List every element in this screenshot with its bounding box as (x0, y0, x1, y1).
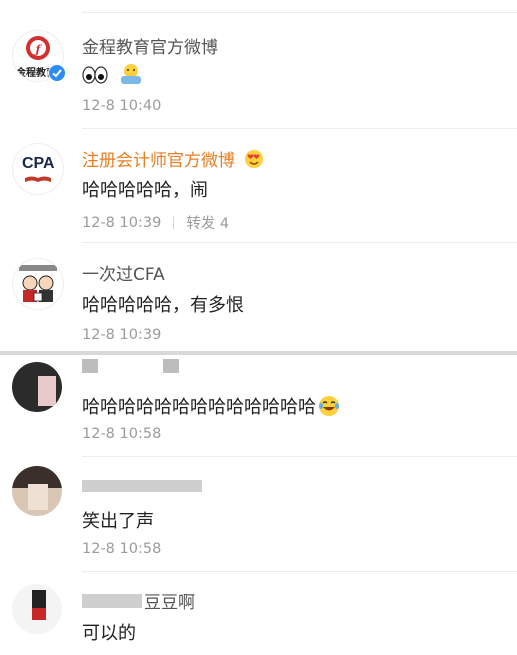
comment-text: 哈哈哈哈哈哈哈哈哈哈哈哈哈 (82, 393, 340, 422)
comment-text (82, 63, 144, 90)
username[interactable]: 注册会计师官方微博 (82, 146, 264, 174)
comment-meta: 12-8 10:58 (82, 541, 161, 557)
comment-text: 笑出了声 (82, 511, 154, 532)
username[interactable]: 一次过CFA (82, 260, 165, 285)
comment-text: 可以的 (82, 623, 136, 644)
comment-meta: 12-8 10:58 (82, 426, 161, 442)
redacted-name (82, 480, 202, 492)
comment-text-body: 哈哈哈哈哈哈哈哈哈哈哈哈哈 (82, 397, 316, 418)
divider (82, 242, 517, 243)
comment-meta: 12-8 10:39 转发 4 (82, 212, 229, 233)
username[interactable] (82, 476, 202, 496)
cartoon-avatar-icon (19, 265, 57, 302)
redacted-name (163, 359, 180, 373)
timestamp: 12-8 10:58 (82, 541, 162, 557)
timestamp: 12-8 10:39 (82, 214, 162, 231)
divider (82, 456, 517, 457)
divider (82, 571, 517, 572)
blurred-photo (32, 590, 46, 610)
laughing-tears-icon (318, 395, 340, 422)
avatar[interactable] (12, 258, 64, 310)
blurred-photo (32, 608, 46, 620)
redacted-name (82, 359, 98, 373)
avatar[interactable]: CPA (12, 143, 64, 195)
timestamp: 12-8 10:58 (82, 426, 162, 442)
section-separator (0, 351, 517, 355)
verified-badge-icon (48, 64, 66, 82)
timestamp: 12-8 10:39 (82, 327, 162, 343)
timestamp: 12-8 10:40 (82, 98, 162, 114)
avatar[interactable] (12, 362, 62, 412)
username[interactable]: 豆豆啊 (82, 588, 195, 613)
username[interactable] (82, 356, 180, 376)
shrug-icon (118, 63, 144, 85)
username-label: 注册会计师官方微博 (82, 151, 235, 171)
top-divider (82, 12, 517, 13)
comment-meta: 12-8 10:40 (82, 98, 161, 114)
repost-link[interactable]: 转发 4 (186, 212, 229, 233)
avatar[interactable] (12, 584, 62, 634)
comment-text: 哈哈哈哈哈，闹 (82, 180, 208, 201)
blurred-photo (38, 376, 56, 406)
meta-separator (173, 216, 175, 229)
divider (82, 128, 517, 129)
username-label: 豆豆啊 (144, 593, 195, 613)
eyes-icon (82, 65, 108, 85)
blurred-photo (28, 484, 48, 510)
heart-eyes-icon (244, 149, 264, 174)
avatar[interactable] (12, 466, 62, 516)
username[interactable]: 金程教育官方微博 (82, 33, 218, 58)
comment-text: 哈哈哈哈哈，有多恨 (82, 295, 244, 316)
comment-meta: 12-8 10:39 (82, 327, 161, 343)
redacted-name (82, 593, 142, 608)
book-icon (25, 176, 51, 182)
